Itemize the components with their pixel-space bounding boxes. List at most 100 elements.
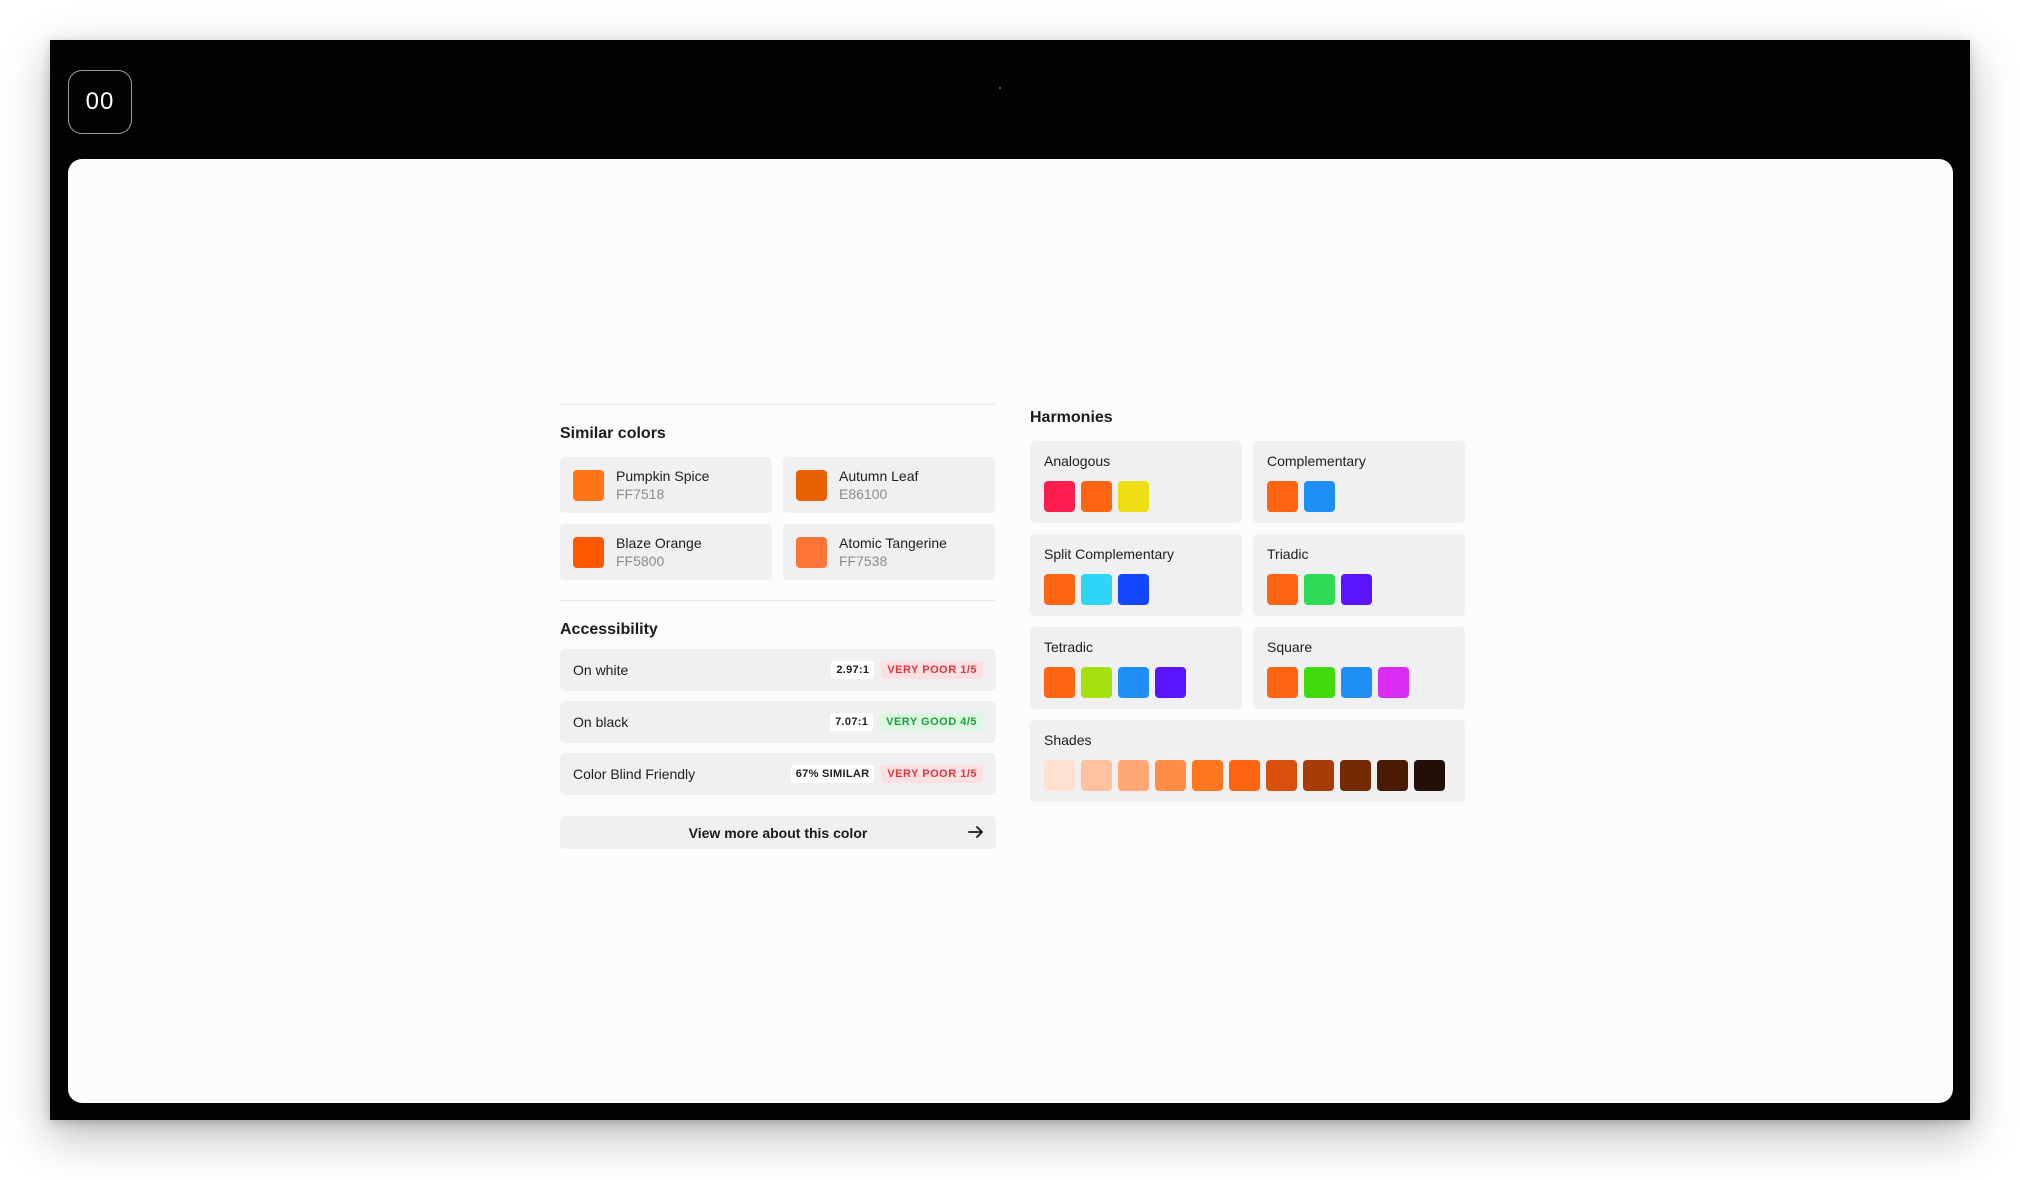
similar-color-name: Autumn Leaf — [839, 468, 919, 484]
color-swatch — [796, 536, 827, 568]
similar-color-name: Pumpkin Spice — [616, 468, 710, 484]
color-chip[interactable] — [1118, 481, 1149, 512]
similar-color-name: Blaze Orange — [616, 535, 702, 551]
color-chip[interactable] — [1266, 760, 1297, 791]
contrast-ratio: 67% SIMILAR — [790, 765, 875, 783]
arrow-right-icon — [968, 826, 983, 838]
color-chip[interactable] — [1118, 667, 1149, 698]
harmony-card-triadic: Triadic — [1253, 534, 1465, 616]
similar-color-hex: FF5800 — [616, 553, 665, 569]
harmony-chips — [1267, 481, 1451, 512]
color-chip[interactable] — [1303, 760, 1334, 791]
rating-badge: VERY GOOD 4/5 — [880, 713, 983, 731]
rating-badge: VERY POOR 1/5 — [881, 661, 983, 679]
accessibility-label: Color Blind Friendly — [573, 766, 696, 782]
accessibility-list: On white 2.97:1 VERY POOR 1/5 On black 7.07:… — [560, 649, 996, 795]
similar-colors-grid: Pumpkin Spice FF7518 Autumn Leaf E86100 Blaz… — [560, 457, 996, 580]
color-chip[interactable] — [1341, 667, 1372, 698]
harmony-title: Analogous — [1044, 453, 1111, 469]
harmony-title: Complementary — [1267, 453, 1366, 469]
color-chip[interactable] — [1267, 667, 1298, 698]
color-chip[interactable] — [1304, 667, 1335, 698]
content-panel: Similar colors Pumpkin Spice FF7518 Autumn… — [68, 159, 1953, 1103]
view-more-label: View more about this color — [688, 824, 868, 841]
logo-button[interactable]: 00 — [68, 70, 132, 134]
accessibility-row: On white 2.97:1 VERY POOR 1/5 — [560, 649, 996, 691]
harmony-chips — [1044, 760, 1451, 791]
harmony-card-square: Square — [1253, 627, 1465, 709]
contrast-ratio: 7.07:1 — [830, 713, 874, 731]
color-chip[interactable] — [1081, 667, 1112, 698]
accessibility-label: On white — [573, 662, 629, 678]
contrast-ratio: 2.97:1 — [831, 661, 875, 679]
harmony-title: Triadic — [1267, 546, 1309, 562]
color-swatch — [796, 469, 827, 501]
rating-badge: VERY POOR 1/5 — [881, 765, 983, 783]
harmony-card-tetradic: Tetradic — [1030, 627, 1242, 709]
view-more-button[interactable]: View more about this color — [560, 816, 996, 849]
similar-color-text: Autumn Leaf E86100 — [839, 467, 918, 503]
harmony-card-split-complementary: Split Complementary — [1030, 534, 1242, 616]
color-chip[interactable] — [1340, 760, 1371, 791]
similar-color-hex: E86100 — [839, 486, 888, 502]
harmony-chips — [1044, 481, 1228, 512]
right-column: Harmonies Analogous Complementary Split Co… — [1030, 409, 1466, 802]
header-dot — [999, 87, 1001, 89]
harmony-chips — [1267, 667, 1451, 698]
app-window: 00 Similar colors Pumpkin Spice FF7518 Aut… — [50, 40, 1970, 1120]
color-chip[interactable] — [1118, 574, 1149, 605]
harmonies-title: Harmonies — [1030, 409, 1113, 426]
divider — [560, 600, 996, 601]
color-chip[interactable] — [1081, 574, 1112, 605]
similar-color-card[interactable]: Blaze Orange FF5800 — [560, 524, 772, 580]
color-chip[interactable] — [1341, 574, 1372, 605]
color-chip[interactable] — [1267, 574, 1298, 605]
color-chip[interactable] — [1304, 481, 1335, 512]
harmony-card-complementary: Complementary — [1253, 441, 1465, 523]
similar-color-card[interactable]: Autumn Leaf E86100 — [783, 457, 995, 513]
harmony-card-analogous: Analogous — [1030, 441, 1242, 523]
color-chip[interactable] — [1378, 667, 1409, 698]
color-chip[interactable] — [1118, 760, 1149, 791]
accessibility-row: On black 7.07:1 VERY GOOD 4/5 — [560, 701, 996, 743]
harmony-chips — [1267, 574, 1451, 605]
color-chip[interactable] — [1044, 481, 1075, 512]
similar-color-text: Blaze Orange FF5800 — [616, 534, 702, 570]
color-swatch — [573, 536, 604, 568]
color-chip[interactable] — [1267, 481, 1298, 512]
left-column: Similar colors Pumpkin Spice FF7518 Autumn… — [560, 404, 996, 849]
color-chip[interactable] — [1044, 574, 1075, 605]
harmony-card-shades: Shades — [1030, 720, 1465, 802]
harmony-chips — [1044, 574, 1228, 605]
harmony-title: Shades — [1044, 732, 1092, 748]
similar-color-text: Atomic Tangerine FF7538 — [839, 534, 947, 570]
color-chip[interactable] — [1377, 760, 1408, 791]
color-chip[interactable] — [1081, 481, 1112, 512]
similar-color-hex: FF7538 — [839, 553, 888, 569]
color-chip[interactable] — [1044, 667, 1075, 698]
harmony-title: Square — [1267, 639, 1313, 655]
color-chip[interactable] — [1044, 760, 1075, 791]
accessibility-row: Color Blind Friendly 67% SIMILAR VERY POOR… — [560, 753, 996, 795]
similar-color-hex: FF7518 — [616, 486, 665, 502]
color-chip[interactable] — [1155, 667, 1186, 698]
harmony-title: Split Complementary — [1044, 546, 1174, 562]
accessibility-label: On black — [573, 714, 629, 730]
harmony-chips — [1044, 667, 1228, 698]
similar-color-name: Atomic Tangerine — [839, 535, 947, 551]
similar-color-card[interactable]: Pumpkin Spice FF7518 — [560, 457, 772, 513]
similar-color-card[interactable]: Atomic Tangerine FF7538 — [783, 524, 995, 580]
color-chip[interactable] — [1229, 760, 1260, 791]
color-chip[interactable] — [1192, 760, 1223, 791]
harmonies-grid: Analogous Complementary Split Complementar… — [1030, 441, 1466, 802]
color-chip[interactable] — [1304, 574, 1335, 605]
harmony-title: Tetradic — [1044, 639, 1094, 655]
similar-colors-title: Similar colors — [560, 425, 666, 442]
similar-color-text: Pumpkin Spice FF7518 — [616, 467, 709, 503]
color-chip[interactable] — [1414, 760, 1445, 791]
accessibility-title: Accessibility — [560, 621, 658, 638]
color-chip[interactable] — [1155, 760, 1186, 791]
color-chip[interactable] — [1081, 760, 1112, 791]
color-swatch — [573, 469, 604, 501]
divider — [560, 404, 996, 405]
